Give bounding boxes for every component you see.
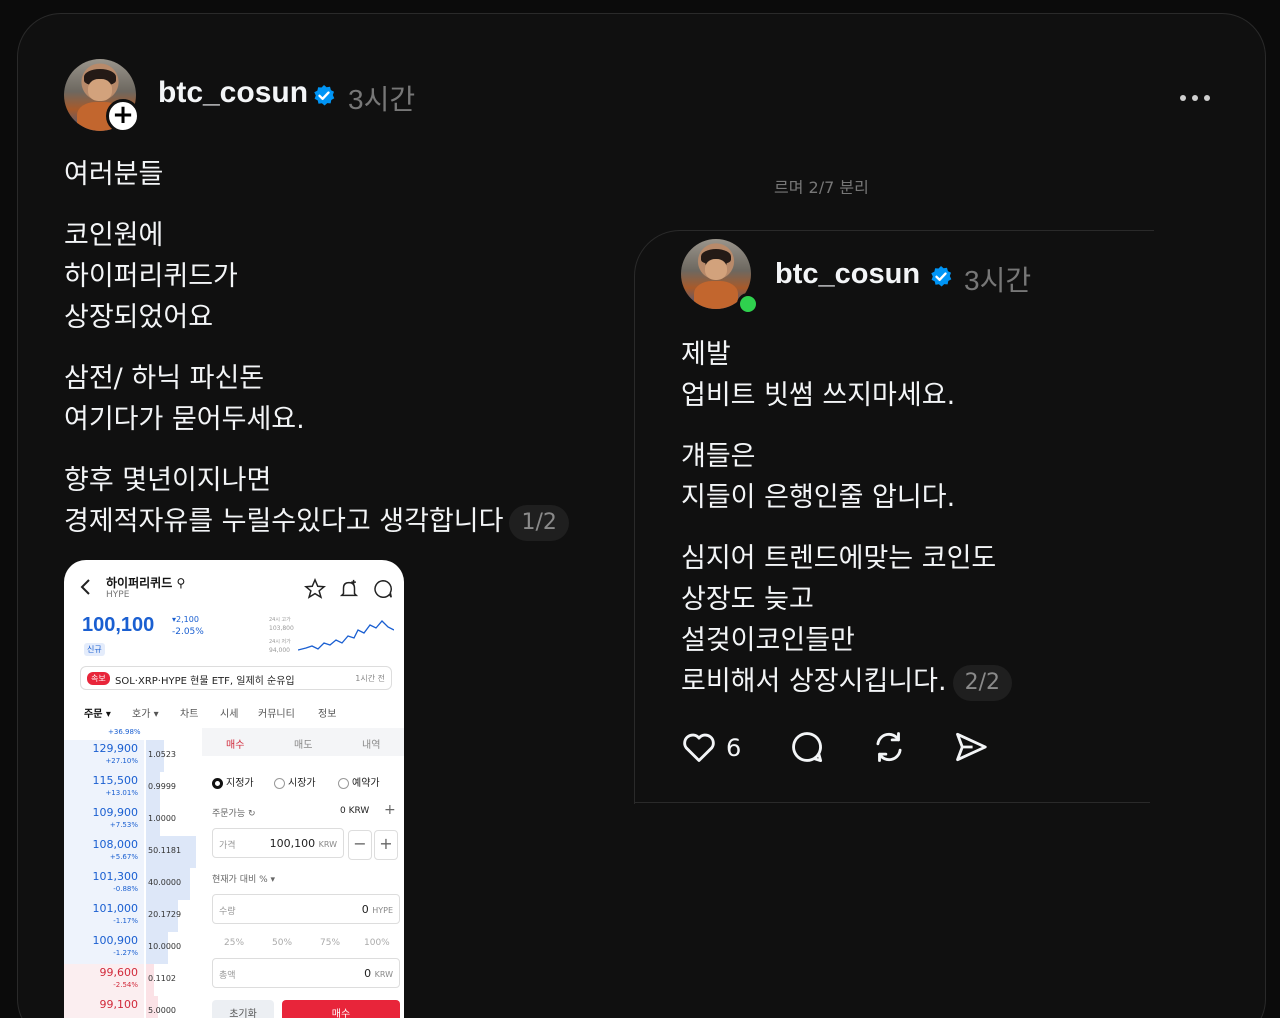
radio-reserved[interactable]: 예약가	[338, 774, 380, 789]
heart-icon[interactable]	[680, 728, 718, 766]
price-change-percent: -2.05%	[172, 627, 204, 637]
order-book-row[interactable]: 108,000 +5.67% 50.1181	[64, 836, 202, 868]
reply-paragraph-2: 걔들은 지들이 은행인줄 압니다.	[681, 441, 956, 513]
top-change: +36.98%	[108, 728, 141, 736]
breaking-tag: 속보	[87, 672, 110, 685]
percent-25[interactable]: 25%	[224, 938, 244, 948]
order-panel: 매수 매도 내역 지정가 시장가 예약가 주문가능 ↻ 0 KRW + 가격 1…	[202, 728, 404, 1018]
news-headline: SOL·XRP·HYPE 현물 ETF, 일제히 순유입	[115, 676, 295, 687]
order-book-row[interactable]: 100,900 -1.27% 10.0000	[64, 932, 202, 964]
tab-sell[interactable]: 매도	[294, 736, 312, 751]
reply-username[interactable]: btc_cosun	[775, 258, 920, 291]
tab-community[interactable]: 커뮤니티	[258, 705, 295, 720]
total-field[interactable]: 총액 0 KRW	[212, 958, 400, 988]
available-value: 0 KRW	[340, 806, 370, 816]
tab-order[interactable]: 주문 ▾	[84, 705, 111, 720]
online-status-icon	[737, 293, 759, 315]
radio-limit[interactable]: 지정가	[212, 774, 254, 789]
available-label: 주문가능 ↻	[212, 809, 256, 819]
price-plus-icon[interactable]: +	[374, 830, 398, 860]
order-book-row[interactable]: 99,600 -2.54% 0.1102	[64, 964, 202, 996]
percent-75[interactable]: 75%	[320, 938, 340, 948]
news-time: 1시간 전	[355, 674, 385, 683]
percent-50[interactable]: 50%	[272, 938, 292, 948]
tab-orderbook[interactable]: 호가 ▾	[132, 705, 159, 720]
share-icon[interactable]	[952, 728, 990, 766]
order-book-row[interactable]: 101,000 -1.17% 20.1729	[64, 900, 202, 932]
repost-icon[interactable]	[870, 728, 908, 766]
mini-low: 94,000	[269, 647, 290, 654]
price-change: ▾2,100	[172, 615, 199, 624]
verified-badge-icon	[931, 266, 952, 287]
post-time: 3시간	[348, 84, 416, 115]
reply-paragraph-3: 심지어 트렌드에맞는 코인도 상장도 늦고 설겆이코인들만 로비해서 상장시킵니…	[681, 538, 1141, 702]
paragraph-1: 여러분들	[64, 159, 164, 190]
mini-price-chart	[298, 620, 394, 651]
mini-high: 103,800	[269, 625, 294, 632]
reply-paragraph-1: 제발 업비트 빗썸 쓰지마세요.	[681, 339, 956, 411]
market-tabs: 주문 ▾ 호가 ▾ 차트 시세 커뮤니티 정보	[64, 702, 404, 724]
follow-plus-icon[interactable]: +	[106, 99, 140, 133]
tab-history[interactable]: 내역	[362, 736, 380, 751]
buy-button[interactable]: 매수	[282, 1000, 400, 1018]
order-book-row[interactable]: 129,900 +27.10% 1.0523	[64, 740, 202, 772]
available-add-icon[interactable]: +	[384, 802, 396, 818]
attached-image[interactable]: 하이퍼리퀴드 ⚲ HYPE 100,100 ▾2,100 -2.05% 신규 2…	[64, 560, 404, 1018]
reset-button[interactable]: 초기화	[212, 1000, 274, 1018]
quantity-field[interactable]: 수량 0 HYPE	[212, 894, 400, 924]
paragraph-3: 삼전/ 하닉 파신돈 여기다가 묻어두세요.	[64, 363, 305, 435]
divider	[634, 802, 1150, 803]
username[interactable]: btc_cosun	[158, 76, 308, 110]
thread-pager: 1/2	[509, 504, 569, 541]
coin-name: 하이퍼리퀴드 ⚲	[106, 576, 186, 590]
price-field[interactable]: 가격 100,100 KRW	[212, 828, 344, 858]
price-minus-icon[interactable]: −	[348, 830, 372, 860]
paragraph-2: 코인원에 하이퍼리퀴드가 상장되었어요	[64, 220, 238, 333]
percent-100[interactable]: 100%	[364, 938, 390, 948]
current-price: 100,100	[82, 614, 155, 636]
news-banner[interactable]: 속보 SOL·XRP·HYPE 현물 ETF, 일제히 순유입 1시간 전	[80, 666, 392, 690]
mini-high-label: 24시 고가	[269, 617, 291, 623]
like-count: 6	[726, 734, 742, 762]
alert-bell-icon	[339, 579, 359, 597]
more-options-icon[interactable]	[1180, 86, 1220, 106]
radio-market[interactable]: 시장가	[274, 774, 316, 789]
back-icon	[80, 579, 90, 595]
coin-ticker: HYPE	[106, 590, 130, 600]
search-icon: ⚲	[176, 576, 186, 590]
verified-badge-icon	[314, 85, 335, 106]
comment-icon[interactable]	[788, 728, 826, 766]
order-book-row[interactable]: 101,300 -0.88% 40.0000	[64, 868, 202, 900]
clipped-text: 르며 2/7 분리	[774, 180, 869, 194]
order-book: +36.98% 129,900 +27.10% 1.0523 115,500 +13.…	[64, 728, 202, 1018]
post-body: 여러분들 코인원에 하이퍼리퀴드가 상장되었어요 삼전/ 하닉 파신돈 여기다가…	[64, 154, 624, 562]
star-icon	[304, 578, 326, 599]
chat-icon	[374, 580, 392, 598]
reply-body: 제발 업비트 빗썸 쓰지마세요. 걔들은 지들이 은행인줄 압니다. 심지어 트…	[681, 334, 1141, 722]
tab-chart[interactable]: 차트	[180, 705, 198, 720]
order-book-row[interactable]: 109,900 +7.53% 1.0000	[64, 804, 202, 836]
mini-low-label: 24시 저가	[269, 639, 291, 645]
reply-pager: 2/2	[952, 664, 1012, 701]
new-listing-badge: 신규	[84, 643, 105, 656]
vs-current-dropdown[interactable]: 현재가 대비 % ▾	[212, 872, 275, 885]
tab-quotes[interactable]: 시세	[220, 705, 238, 720]
reply-time: 3시간	[964, 265, 1032, 296]
order-book-row[interactable]: 99,100 5.0000	[64, 996, 202, 1018]
order-tabs: 매수 매도 내역	[202, 728, 404, 756]
order-book-row[interactable]: 115,500 +13.01% 0.9999	[64, 772, 202, 804]
tab-buy[interactable]: 매수	[226, 736, 244, 751]
tab-info[interactable]: 정보	[318, 705, 336, 720]
paragraph-4: 향후 몇년이지나면 경제적자유를 누릴수있다고 생각합니다 1/2	[64, 460, 624, 542]
